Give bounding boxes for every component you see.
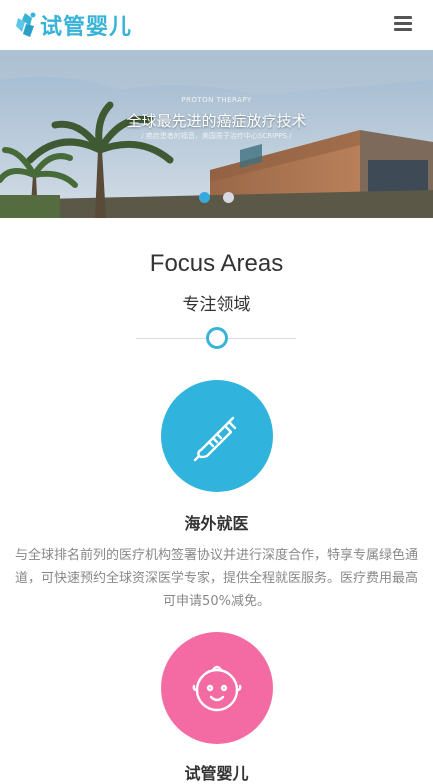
logo[interactable]: 试管婴儿 (12, 8, 132, 42)
logo-mark-icon (16, 12, 36, 37)
carousel-dot-1[interactable] (199, 192, 210, 203)
menu-bar (394, 16, 412, 19)
hamburger-menu-icon[interactable] (392, 16, 414, 34)
banner-subtitle: / 癌症患者的福音，美国质子治疗中心SCRIPPS / (141, 132, 292, 140)
section-title: Focus Areas (149, 250, 284, 277)
thermometer-icon (193, 416, 237, 462)
banner-caption: PROTON THERAPY (181, 96, 252, 104)
menu-bar (394, 22, 412, 25)
banner-title: 全球最先进的癌症放疗技术 (126, 112, 307, 130)
service-description: 与全球排名前列的医疗机构签署协议并进行深度合作，特享专属绿色通道，可快速预约全球… (14, 548, 418, 609)
service-overseas-medical-button[interactable] (161, 380, 273, 492)
divider-line (228, 338, 296, 339)
section-subtitle: 专注领域 (182, 295, 251, 315)
baby-face-icon (192, 665, 242, 712)
service-ivf-button[interactable] (161, 632, 273, 744)
banner-carousel[interactable]: PROTON THERAPY 全球最先进的癌症放疗技术 / 癌症患者的福音，美国… (0, 50, 433, 218)
logo-text: 试管婴儿 (40, 15, 133, 40)
service-title: 海外就医 (184, 514, 249, 533)
header: 试管婴儿 (0, 0, 433, 50)
divider-line (136, 338, 206, 339)
menu-bar (394, 28, 412, 31)
service-title: 试管婴儿 (184, 764, 249, 783)
divider-ring (206, 327, 228, 349)
carousel-dot-2[interactable] (223, 192, 234, 203)
